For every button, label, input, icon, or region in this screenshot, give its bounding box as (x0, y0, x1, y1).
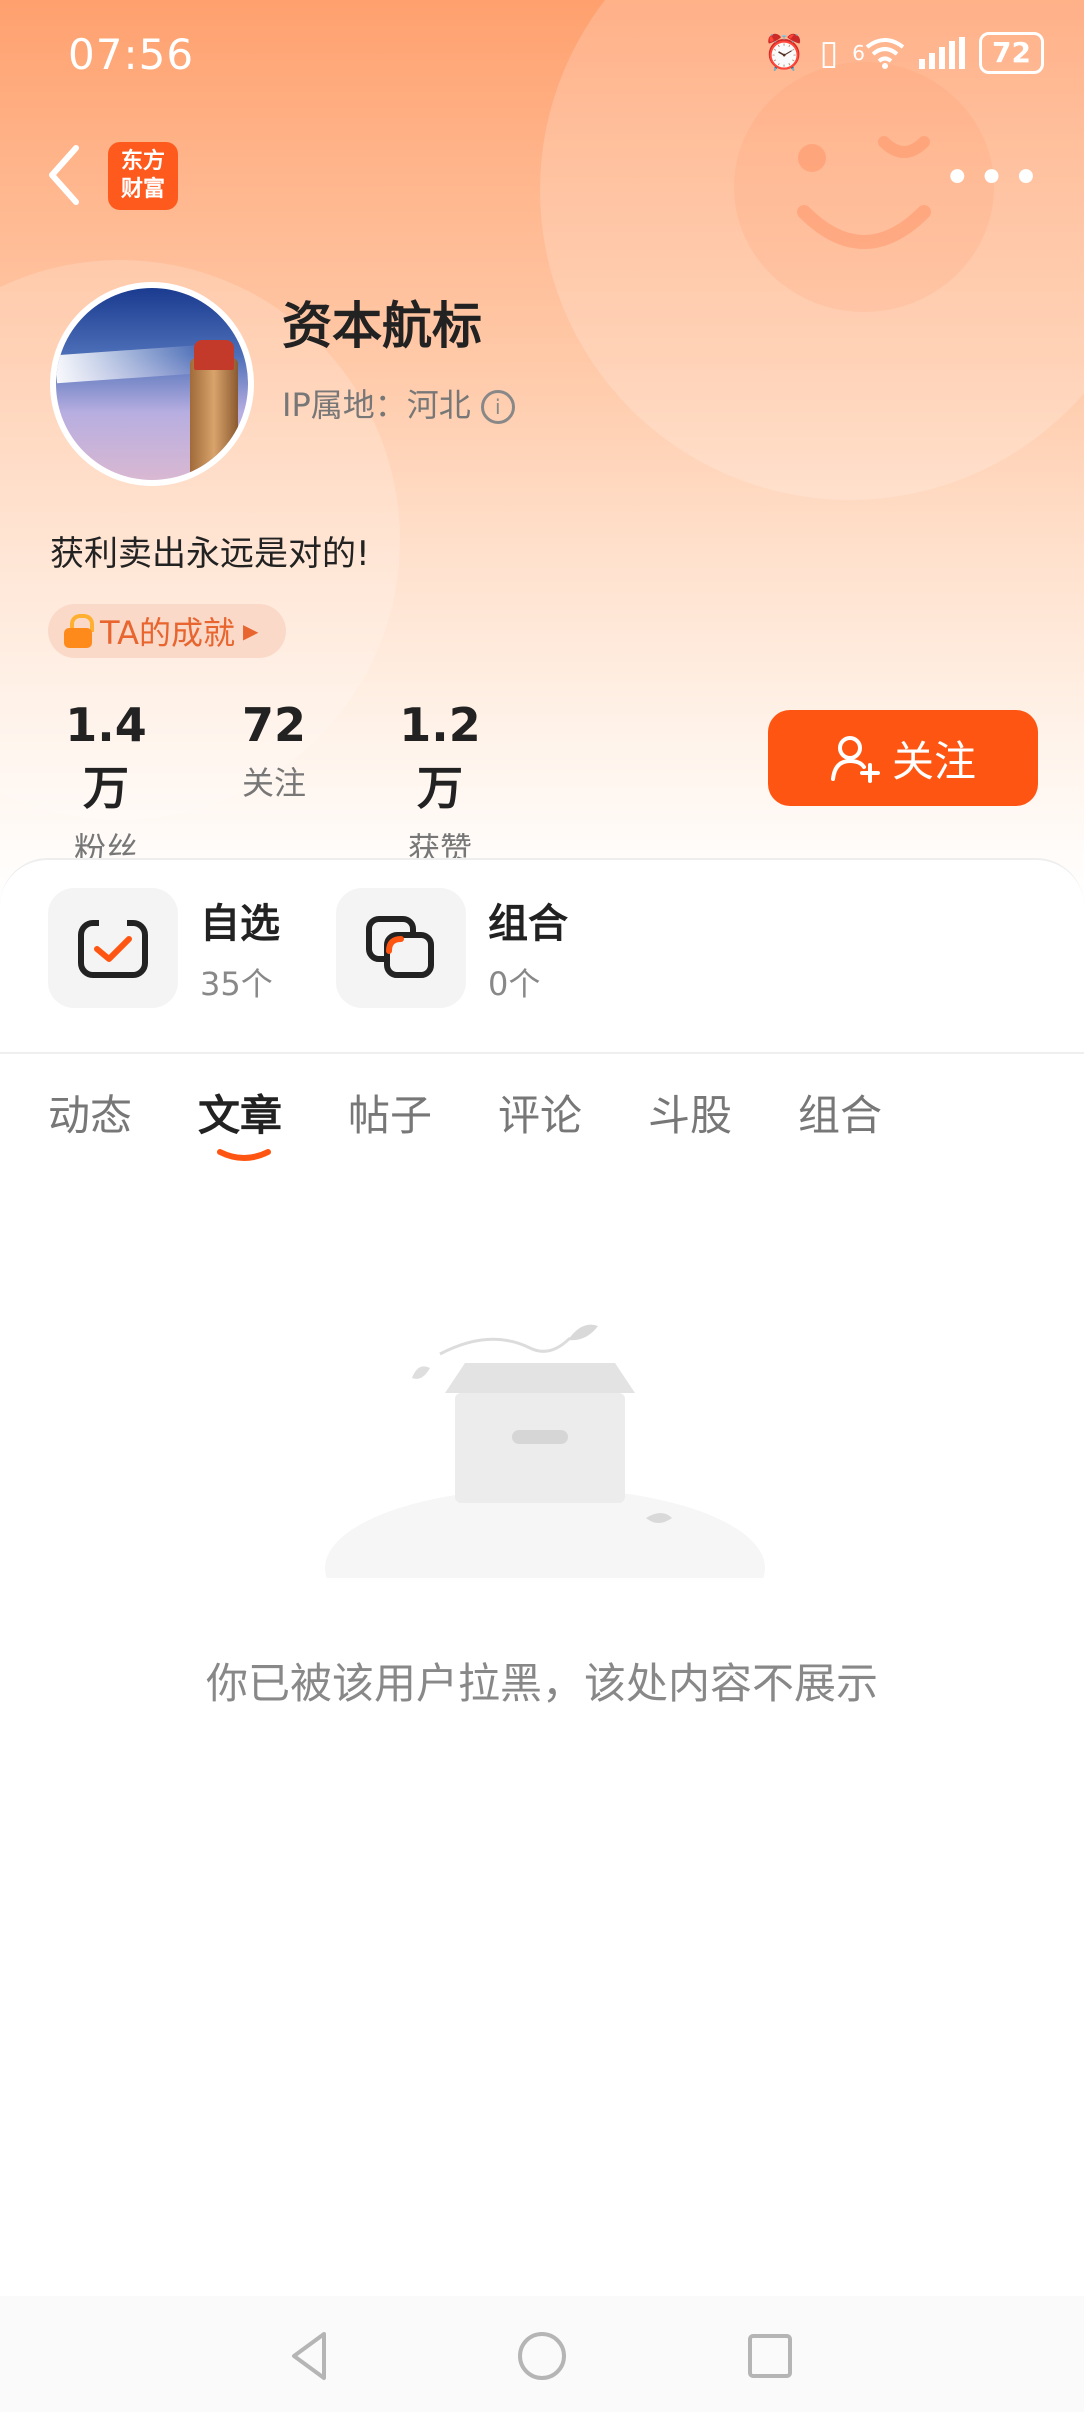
profile-tabs: 动态 文章 帖子 评论 斗股 组合 (0, 1082, 1084, 1172)
tab-articles[interactable]: 文章 (198, 1082, 282, 1143)
tab-posts[interactable]: 帖子 (348, 1082, 432, 1143)
profile-bio: 获利卖出永远是对的! (50, 534, 370, 574)
status-icons: ⏰ ▯ 6 72 (763, 32, 1044, 74)
battery-indicator: 72 (979, 32, 1044, 74)
vibrate-icon: ▯ (819, 33, 839, 73)
system-navigation-bar (0, 2296, 1084, 2412)
more-options-button[interactable]: ••• (943, 150, 1046, 206)
tab-activity[interactable]: 动态 (48, 1082, 132, 1143)
shortcut-portfolio[interactable]: 组合 0个 (336, 888, 568, 1008)
triangle-right-icon: ▶ (242, 619, 259, 643)
ip-location-text: IP属地：河北 (282, 386, 471, 424)
logo-line-1: 东方 (120, 149, 165, 174)
shortcut-watchlist[interactable]: 自选 35个 (48, 888, 280, 1008)
recents-square-icon[interactable] (740, 2326, 800, 2386)
tab-stock-battles[interactable]: 斗股 (648, 1082, 732, 1143)
app-logo[interactable]: 东方 财富 (108, 142, 178, 210)
active-tab-indicator (217, 1149, 271, 1161)
shortcut-title: 组合 (488, 901, 568, 947)
back-button[interactable] (44, 140, 94, 210)
stat-likes[interactable]: 1.2万 获赞 (380, 698, 500, 870)
empty-box-illustration (325, 1324, 765, 1578)
add-user-icon (830, 736, 880, 783)
signal-icon (919, 37, 966, 69)
stat-label: 关注 (241, 764, 306, 802)
empty-state-message: 你已被该用户拉黑，该处内容不展示 (205, 1659, 878, 1708)
achievement-badge[interactable]: TA的成就 ▶ (48, 604, 287, 658)
shortcut-count: 0个 (488, 965, 541, 1003)
stat-value: 1.2万 (399, 698, 481, 815)
home-circle-icon[interactable] (512, 2326, 572, 2386)
alarm-icon: ⏰ (763, 33, 806, 73)
tab-portfolios[interactable]: 组合 (798, 1082, 882, 1143)
network-type-label: 6 (852, 41, 866, 65)
tab-comments[interactable]: 评论 (498, 1082, 582, 1143)
stat-value: 1.4万 (65, 698, 147, 815)
status-time: 07:56 (68, 30, 195, 79)
wifi-icon (865, 38, 905, 69)
lock-icon (64, 614, 94, 648)
follow-button[interactable]: 关注 (768, 710, 1038, 806)
username: 资本航标 (282, 297, 482, 355)
divider (0, 1052, 1084, 1054)
chevron-left-icon (49, 145, 79, 205)
logo-line-2: 财富 (120, 177, 165, 202)
stat-value: 72 (241, 698, 306, 752)
back-triangle-icon[interactable] (280, 2326, 340, 2386)
stat-following[interactable]: 72 关注 (226, 698, 322, 804)
info-icon[interactable]: i (480, 390, 515, 424)
shortcut-title: 自选 (200, 901, 280, 947)
shortcut-count: 35个 (200, 965, 273, 1003)
lighthouse-avatar-image (56, 288, 248, 480)
stat-fans[interactable]: 1.4万 粉丝 (48, 698, 164, 870)
status-bar: 07:56 ⏰ ▯ 6 72 (0, 0, 1084, 110)
follow-button-label: 关注 (891, 736, 976, 786)
ip-location: IP属地：河北 i (282, 380, 515, 426)
achievement-label: TA的成就 (100, 614, 235, 652)
avatar[interactable] (50, 282, 254, 486)
portfolio-icon (336, 888, 466, 1008)
watchlist-icon (48, 888, 178, 1008)
more-dots-icon: ••• (943, 150, 1046, 206)
